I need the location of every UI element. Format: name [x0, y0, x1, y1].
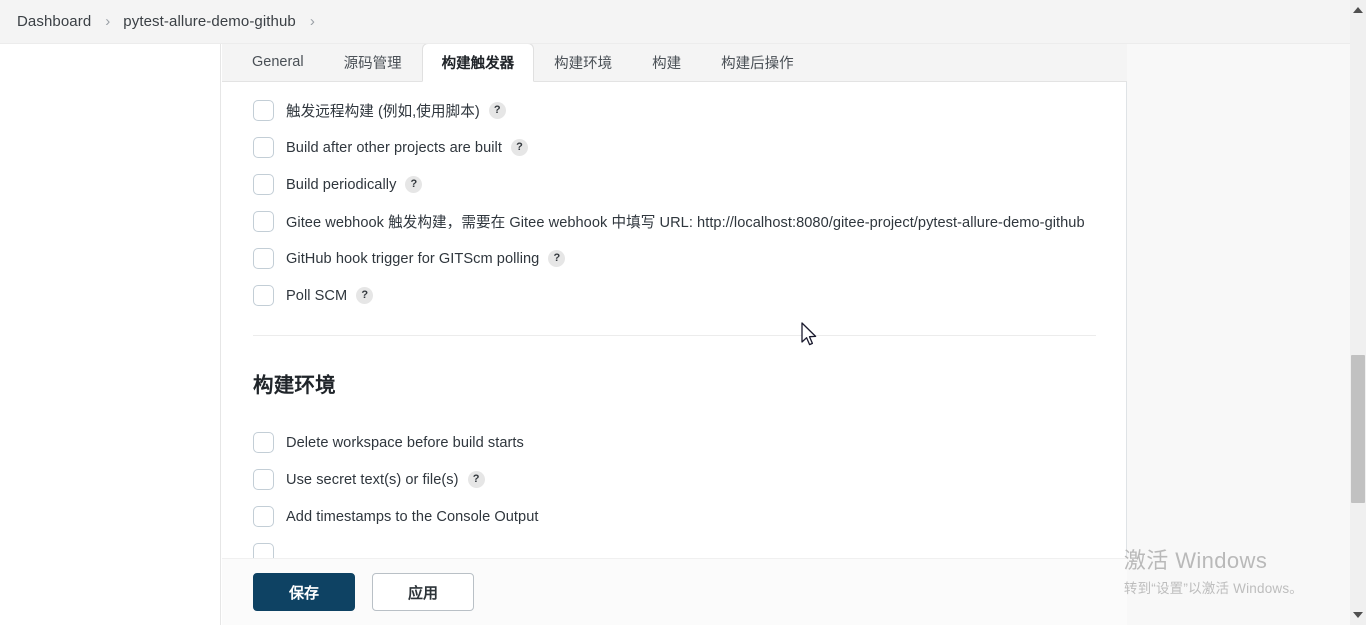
breadcrumb-item-job[interactable]: pytest-allure-demo-github	[123, 13, 296, 30]
tab-post-build-actions[interactable]: 构建后操作	[701, 43, 814, 81]
checkbox-row-gitee-webhook[interactable]: Gitee webhook 触发构建，需要在 Gitee webhook 中填写…	[253, 203, 1126, 240]
checkbox-add-timestamps[interactable]	[253, 506, 274, 527]
checkbox-row-delete-workspace[interactable]: Delete workspace before build starts	[253, 424, 1126, 461]
checkbox-label: GitHub hook trigger for GITScm polling	[286, 250, 540, 267]
breadcrumb: Dashboard › pytest-allure-demo-github ›	[0, 0, 1350, 44]
breadcrumb-item-dashboard[interactable]: Dashboard	[17, 13, 91, 30]
checkbox-gitee-webhook[interactable]	[253, 211, 274, 232]
main-column: General 源码管理 构建触发器 构建环境 构建 构建后操作 触发远程构建 …	[222, 43, 1350, 625]
scrollbar-thumb[interactable]	[1351, 355, 1365, 503]
checkbox-row-build-after-other-projects[interactable]: Build after other projects are built ?	[253, 129, 1126, 166]
checkbox-label: Use secret text(s) or file(s)	[286, 471, 459, 488]
breadcrumb-separator-icon: ›	[105, 13, 111, 30]
checkbox-trigger-remote-build[interactable]	[253, 100, 274, 121]
save-button[interactable]: 保存	[253, 573, 355, 611]
checkbox-row-trigger-remote-build[interactable]: 触发远程构建 (例如,使用脚本) ?	[253, 92, 1126, 129]
form-action-footer: 保存 应用	[222, 558, 1127, 625]
checkbox-row-poll-scm[interactable]: Poll SCM ?	[253, 277, 1126, 314]
checkbox-row-use-secret-text-or-files[interactable]: Use secret text(s) or file(s) ?	[253, 461, 1126, 498]
tab-build[interactable]: 构建	[632, 43, 701, 81]
section-divider	[253, 335, 1096, 336]
section-title-build-environment: 构建环境	[253, 374, 336, 397]
checkbox-label: Delete workspace before build starts	[286, 434, 524, 451]
app-root: Dashboard › pytest-allure-demo-github › …	[0, 0, 1366, 625]
config-content-card: 触发远程构建 (例如,使用脚本) ? Build after other pro…	[222, 82, 1127, 625]
help-icon[interactable]: ?	[467, 471, 485, 488]
checkbox-label: Build after other projects are built	[286, 139, 502, 156]
checkbox-row-build-periodically[interactable]: Build periodically ?	[253, 166, 1126, 203]
checkbox-label: 触发远程构建 (例如,使用脚本)	[286, 104, 480, 120]
tab-general[interactable]: General	[232, 43, 324, 81]
page-body: General 源码管理 构建触发器 构建环境 构建 构建后操作 触发远程构建 …	[0, 43, 1350, 625]
breadcrumb-separator-icon-2: ›	[309, 13, 315, 30]
checkbox-row-add-timestamps[interactable]: Add timestamps to the Console Output	[253, 498, 1126, 535]
checkbox-label: Build periodically	[286, 176, 397, 193]
checkbox-row-github-hook-trigger[interactable]: GitHub hook trigger for GITScm polling ?	[253, 240, 1126, 277]
checkbox-build-periodically[interactable]	[253, 174, 274, 195]
scroll-down-arrow-icon[interactable]	[1350, 607, 1366, 623]
tab-source-management[interactable]: 源码管理	[324, 43, 422, 81]
help-icon[interactable]: ?	[488, 102, 506, 119]
left-sidebar-column	[0, 44, 221, 625]
scroll-up-arrow-icon[interactable]	[1350, 2, 1366, 18]
checkbox-label: Gitee webhook 触发构建，需要在 Gitee webhook 中填写…	[286, 215, 1085, 231]
help-icon[interactable]: ?	[510, 139, 528, 156]
config-tabbar: General 源码管理 构建触发器 构建环境 构建 构建后操作	[222, 43, 1127, 82]
tab-build-triggers[interactable]: 构建触发器	[421, 43, 535, 82]
checkbox-label: Poll SCM	[286, 287, 348, 304]
tab-build-environment[interactable]: 构建环境	[534, 43, 632, 81]
checkbox-delete-workspace[interactable]	[253, 432, 274, 453]
help-icon[interactable]: ?	[405, 176, 423, 193]
checkbox-build-after-other-projects[interactable]	[253, 137, 274, 158]
checkbox-github-hook-trigger[interactable]	[253, 248, 274, 269]
browser-vertical-scrollbar[interactable]	[1350, 0, 1366, 625]
checkbox-poll-scm[interactable]	[253, 285, 274, 306]
help-icon[interactable]: ?	[548, 250, 566, 267]
checkbox-use-secret-text-or-files[interactable]	[253, 469, 274, 490]
help-icon[interactable]: ?	[356, 287, 374, 304]
checkbox-label: Add timestamps to the Console Output	[286, 508, 539, 525]
config-scroll-region: 触发远程构建 (例如,使用脚本) ? Build after other pro…	[222, 82, 1126, 625]
apply-button[interactable]: 应用	[372, 573, 474, 611]
